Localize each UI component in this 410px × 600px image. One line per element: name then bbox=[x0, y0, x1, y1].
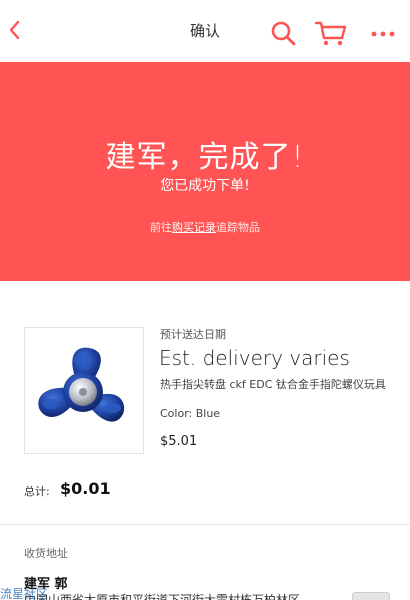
eta-label: 预计送达日期 bbox=[160, 328, 226, 341]
page-title: 确认 bbox=[189, 22, 220, 40]
item-price: $5.01 bbox=[160, 434, 198, 449]
top-nav-bar: 确认 bbox=[0, 0, 410, 62]
fidget-spinner-image bbox=[38, 347, 125, 422]
purchase-history-link[interactable]: 购买记录 bbox=[172, 221, 216, 234]
hint-prefix: 前往 bbox=[150, 221, 172, 234]
item-color: Color: Blue bbox=[160, 407, 221, 420]
shipping-address-line: 中国山西省太原市和平街道下河街大雷村栋万柏林区 bbox=[24, 593, 301, 600]
hint-suffix: 追踪物品 bbox=[216, 221, 260, 234]
confirmation-subline: 您已成功下单! bbox=[160, 178, 250, 194]
order-confirmation-banner: 建军，完成了! 您已成功下单! 前往购买记录追踪物品 bbox=[0, 62, 410, 281]
search-icon[interactable] bbox=[270, 20, 296, 46]
total-value: $0.01 bbox=[60, 479, 111, 498]
item-title[interactable]: 热手指尖转盘 ckf EDC 钛合金手指陀螺仪玩具 bbox=[160, 378, 400, 392]
cart-icon[interactable] bbox=[314, 19, 348, 47]
more-icon[interactable] bbox=[370, 20, 396, 46]
watermark-text: 流星社区 bbox=[0, 587, 49, 600]
total-label: 总计: bbox=[24, 485, 50, 498]
purchase-history-hint: 前往购买记录追踪物品 bbox=[0, 219, 410, 235]
section-divider bbox=[0, 524, 410, 525]
confirmation-headline: 建军，完成了! bbox=[105, 140, 305, 175]
item-thumbnail[interactable] bbox=[24, 327, 144, 454]
eta-value: Est. delivery varies bbox=[159, 346, 350, 370]
shipping-address-label: 收货地址 bbox=[24, 547, 68, 560]
address-action-button[interactable] bbox=[352, 592, 390, 600]
